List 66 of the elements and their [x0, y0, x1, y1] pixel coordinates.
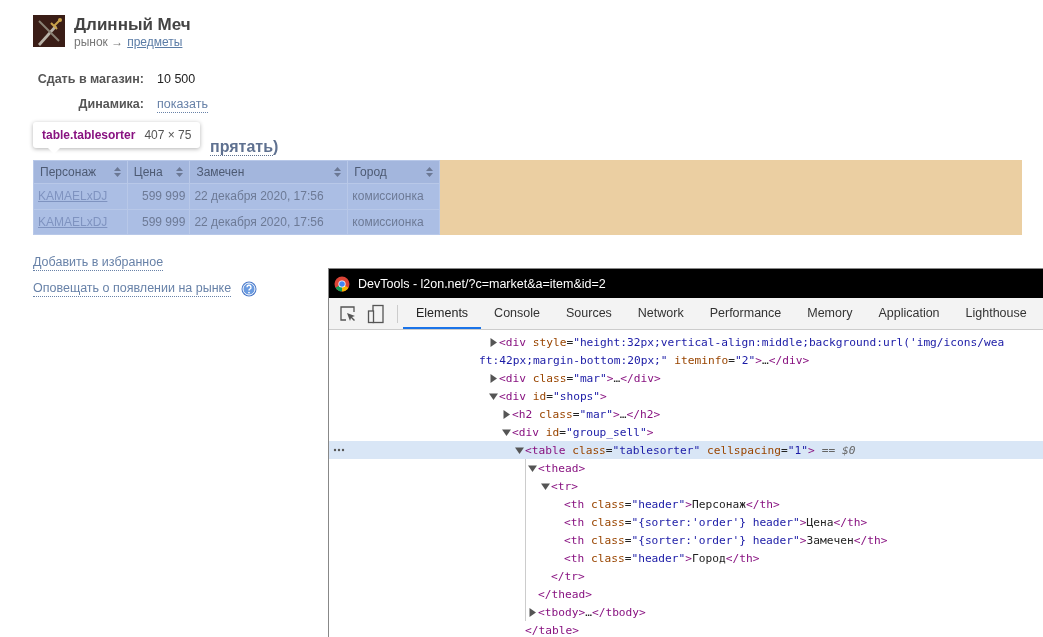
expand-arrow-icon[interactable]: [502, 409, 511, 419]
code-line[interactable]: <div class="mar">…</div>: [499, 371, 661, 385]
action-link[interactable]: Оповещать о появлении на рынке: [33, 281, 232, 297]
code-line[interactable]: <th class="header">Город</th>: [564, 551, 760, 565]
devtools-tab[interactable]: Performance: [696, 298, 795, 329]
device-icon[interactable]: [367, 303, 385, 324]
column-header[interactable]: Персонаж: [34, 161, 127, 183]
action-link[interactable]: Добавить в избранное: [33, 255, 164, 271]
code-line[interactable]: <h2 class="mar">…</h2>: [512, 407, 661, 421]
devtools-tab[interactable]: Console: [481, 298, 553, 329]
section-heading: ): [272, 138, 279, 155]
devtools-tab[interactable]: Sources: [553, 298, 625, 329]
expand-arrow-icon[interactable]: [489, 373, 498, 383]
field-label: Динамика:: [77, 97, 144, 111]
window-title: DevTools - l2on.net/?c=market&a=item&id=2: [358, 276, 606, 291]
item-title: Длинный Меч: [74, 15, 191, 35]
expand-arrow-icon[interactable]: [489, 337, 498, 347]
table-cell: 22 декабря 2020, 17:56: [190, 184, 348, 209]
code-line: </thead>: [538, 587, 592, 601]
tooltip-selector: table.tablesorter: [42, 128, 136, 142]
breadcrumb-text: рынок →: [74, 35, 124, 49]
code-line[interactable]: <thead>: [538, 461, 586, 475]
show-link[interactable]: показать: [157, 97, 208, 113]
code-line: </table>: [525, 623, 579, 637]
code-line[interactable]: <th class="{sorter:'order'} header">Цена</th>: [564, 515, 868, 529]
collapse-arrow-icon[interactable]: [502, 427, 511, 437]
code-line[interactable]: <div style="height:32px;vertical-align:middle;background:url('img/icons/wea: [499, 335, 1005, 349]
sort-icon: [334, 167, 342, 177]
devtools-tab[interactable]: Network: [624, 298, 697, 329]
devtools-tab[interactable]: Elements: [403, 298, 482, 329]
expand-arrow-icon[interactable]: [528, 607, 537, 617]
table-cell: 22 декабря 2020, 17:56: [190, 209, 348, 234]
code-line[interactable]: <div id="shops">: [499, 389, 607, 403]
table-cell: 599 999: [127, 184, 190, 209]
browser-icon: [334, 275, 350, 292]
table-cell: комиссионка: [348, 184, 439, 209]
code-line[interactable]: <tbody>…</tbody>: [538, 605, 646, 619]
code-line[interactable]: <div id="group_sell">: [512, 425, 654, 439]
hide-link[interactable]: прятать: [210, 138, 273, 156]
help-icon[interactable]: [241, 281, 258, 297]
inspect-icon[interactable]: [339, 304, 357, 323]
field-label: Сдать в магазин:: [36, 72, 144, 86]
table-cell: комиссионка: [348, 209, 439, 234]
sort-icon: [176, 167, 184, 177]
field-value: 10 500: [157, 72, 196, 86]
devtools-tab[interactable]: Memory: [794, 298, 866, 329]
tooltip-size: 407 × 75: [144, 128, 192, 142]
devtools-tab[interactable]: Lighthouse: [952, 298, 1040, 329]
table-cell: 599 999: [127, 209, 190, 234]
code-line: </tr>: [551, 569, 585, 583]
sort-icon: [426, 167, 433, 177]
code-line[interactable]: <th class="{sorter:'order'} header">Замечен</th>: [564, 533, 888, 547]
sort-icon: [113, 167, 121, 177]
collapse-arrow-icon[interactable]: [489, 391, 498, 401]
column-header[interactable]: Город: [348, 161, 439, 183]
collapse-arrow-icon[interactable]: [515, 445, 524, 455]
sword-icon: [33, 15, 65, 47]
column-header[interactable]: Замечен: [190, 161, 348, 183]
breadcrumb-link[interactable]: предметы: [127, 35, 183, 49]
collapse-arrow-icon[interactable]: [541, 481, 550, 491]
code-line[interactable]: <tr>: [551, 479, 578, 493]
collapse-arrow-icon[interactable]: [528, 463, 537, 473]
code-line[interactable]: <th class="header">Персонаж</th>: [564, 497, 780, 511]
devtools-tab[interactable]: Application: [865, 298, 953, 329]
code-line: ft:42px;margin-bottom:20px;" iteminfo="2">…</div>: [479, 353, 810, 367]
more-icon[interactable]: [333, 448, 345, 452]
